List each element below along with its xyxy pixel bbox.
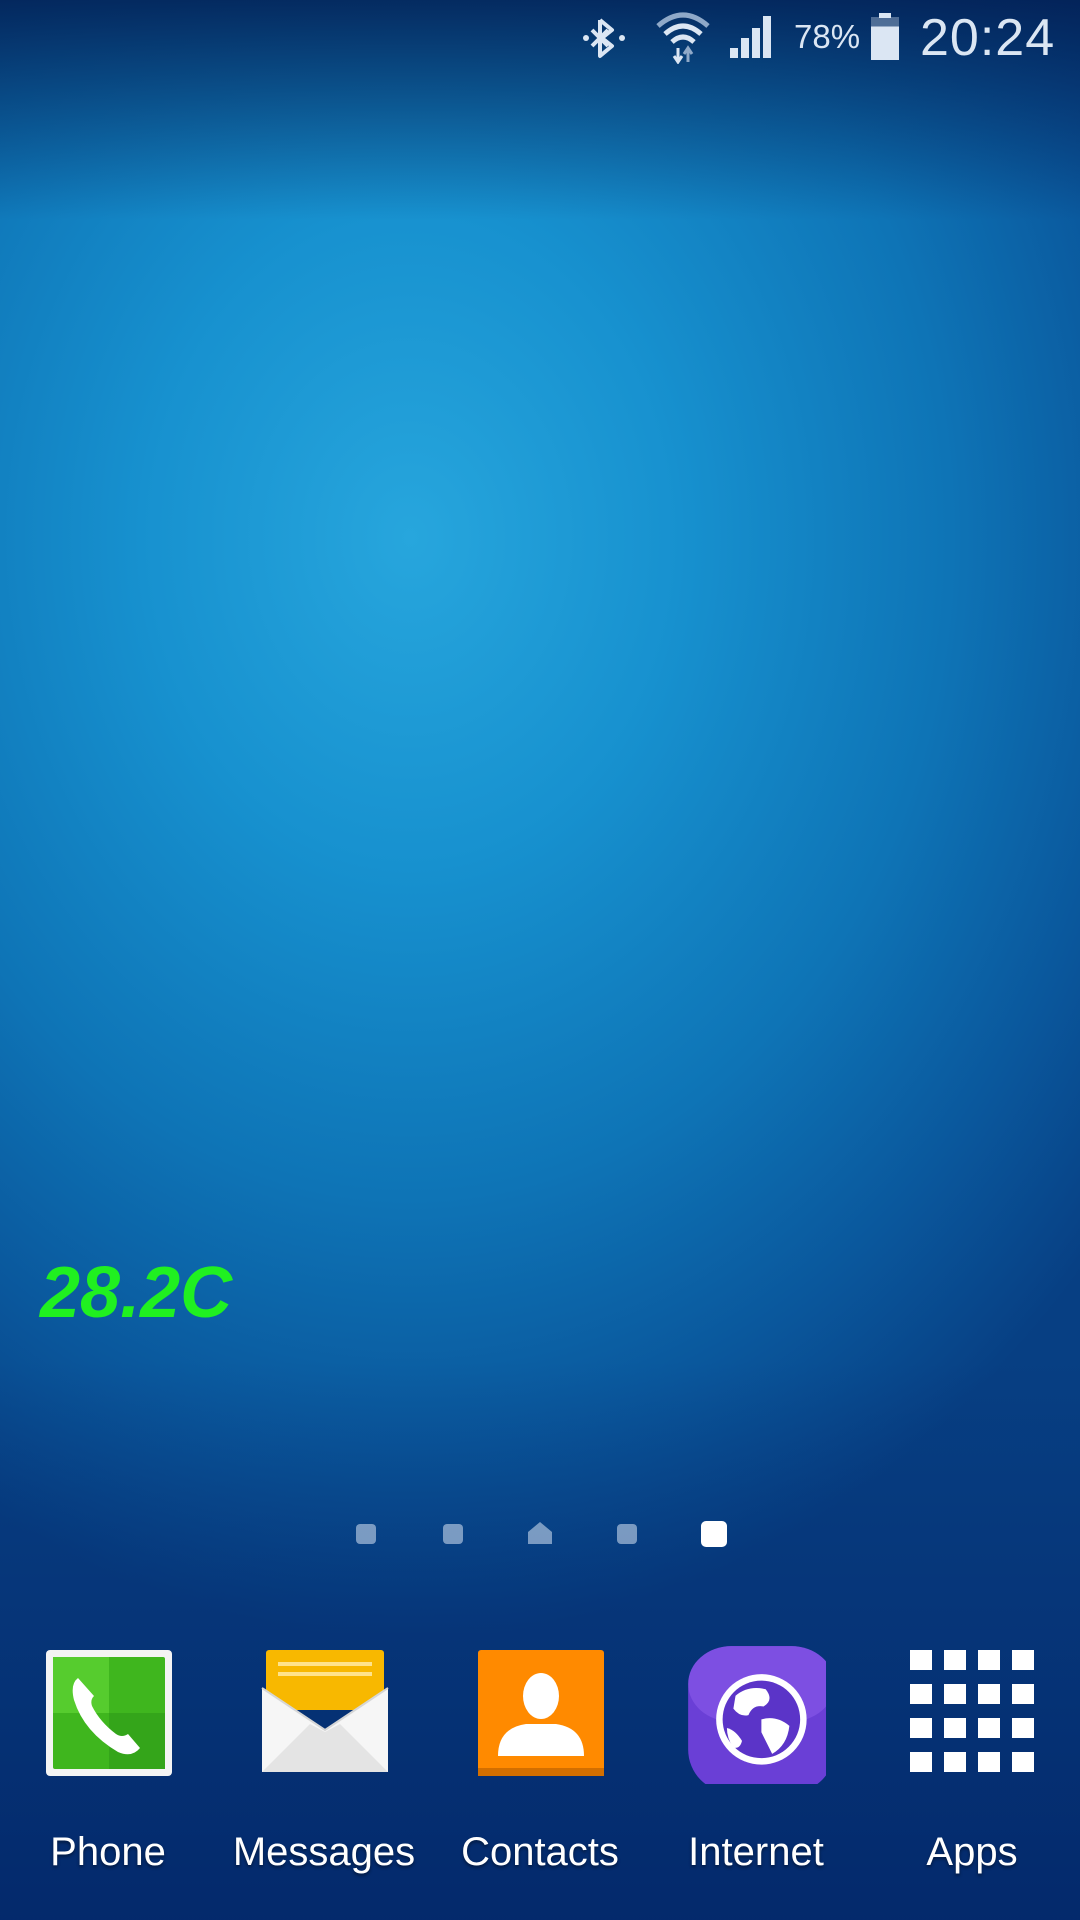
dock-app-apps[interactable]: Apps [872,1640,1072,1880]
bluetooth-icon [583,18,625,58]
phone-icon [46,1650,172,1776]
dock-app-label: Internet [688,1830,824,1874]
temperature-widget[interactable]: 28.2C [40,1252,232,1334]
page-dot[interactable] [356,1524,376,1544]
page-dot-active[interactable] [701,1521,727,1547]
dock-app-phone[interactable]: Phone [8,1640,208,1880]
app-dock: Phone Messages Contacts Internet Apps [0,1640,1080,1880]
messages-icon [261,1650,389,1772]
status-bar[interactable]: 78% 20:24 [0,0,1080,78]
dock-app-label: Messages [232,1830,416,1874]
dock-app-label: Phone [50,1830,166,1874]
dock-app-contacts[interactable]: Contacts [440,1640,640,1880]
dock-app-messages[interactable]: Messages [224,1640,424,1880]
status-clock: 20:24 [920,9,1056,67]
dock-app-label: Apps [926,1830,1018,1874]
contacts-icon [478,1650,604,1776]
wifi-icon [656,12,710,64]
battery-icon [871,13,899,60]
home-page-indicator-icon[interactable] [526,1520,554,1546]
internet-icon [688,1646,826,1784]
page-dot[interactable] [443,1524,463,1544]
dock-app-internet[interactable]: Internet [656,1640,856,1880]
page-dot[interactable] [617,1524,637,1544]
home-screen: 78% 20:24 28.2C Phone Messages Contacts … [0,0,1080,1920]
page-indicator[interactable] [0,1520,1080,1550]
apps-grid-icon [910,1650,1034,1772]
battery-percent: 78% [794,18,861,55]
dock-app-label: Contacts [461,1830,619,1874]
signal-icon [730,16,771,58]
